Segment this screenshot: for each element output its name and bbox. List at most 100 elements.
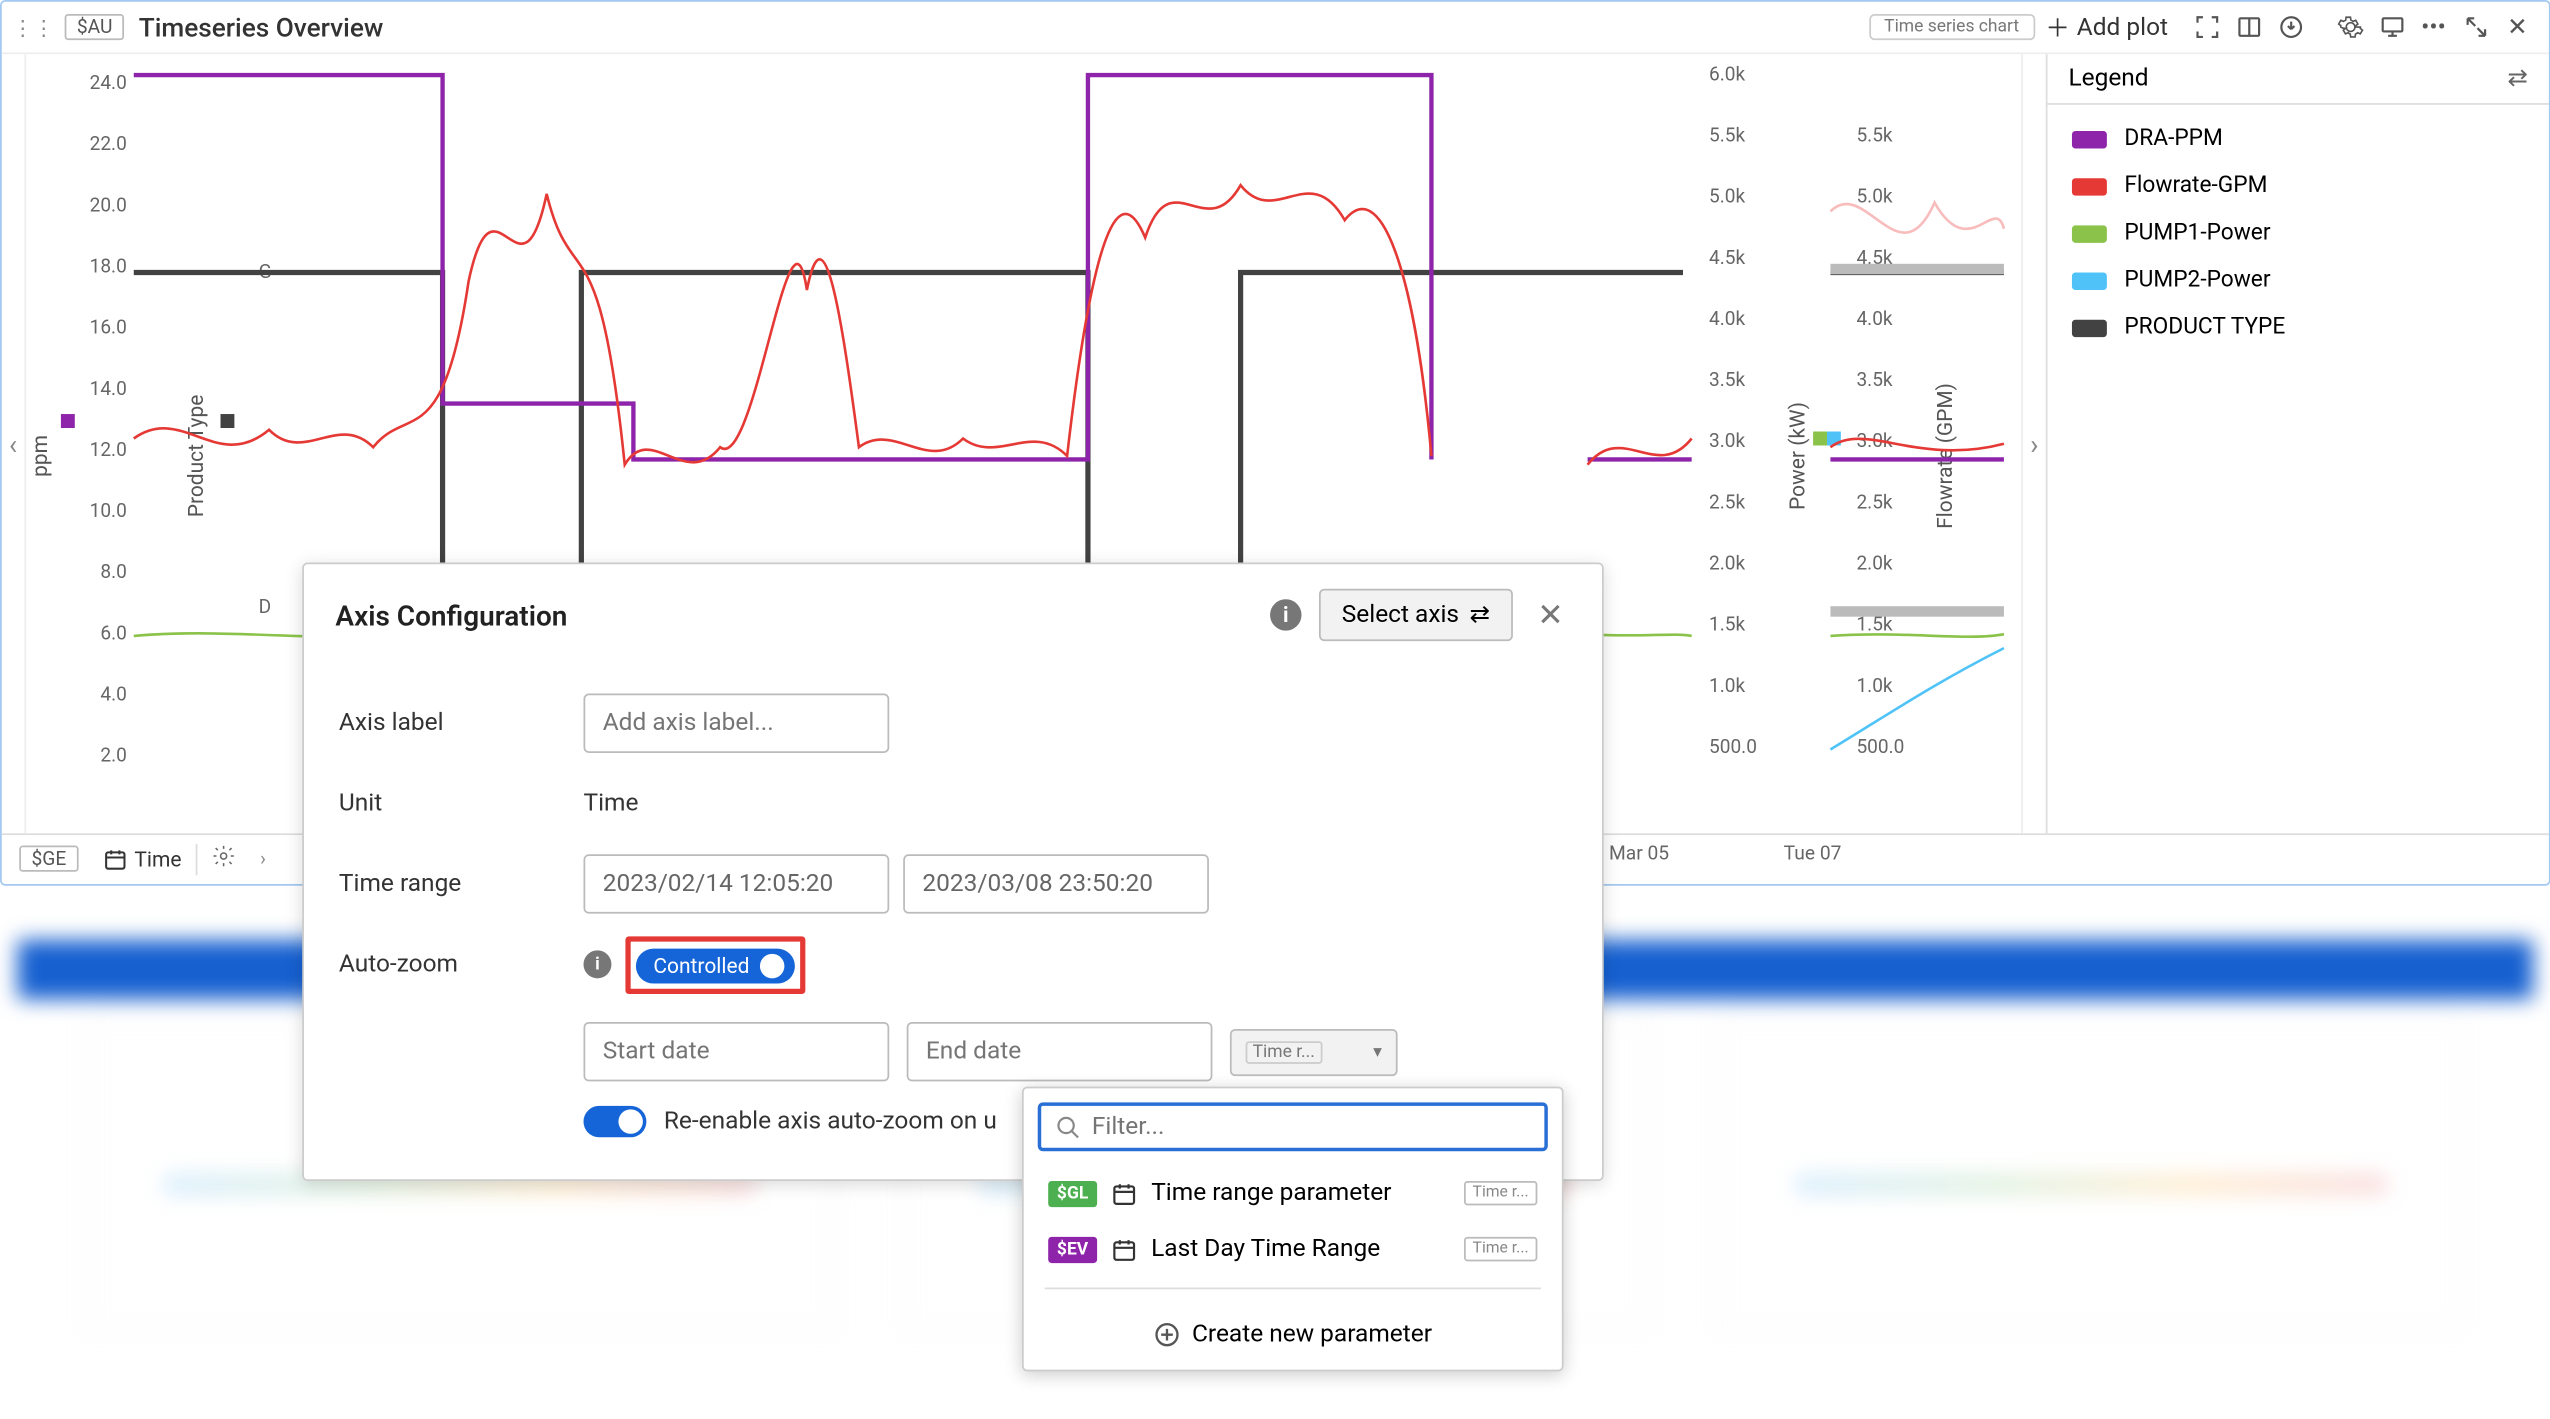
- y-axis-power: 6.0k 5.5k 5.0k 4.5k 4.0k 3.5k 3.0k 2.5k …: [1709, 62, 1827, 758]
- tab-gear-icon[interactable]: [197, 842, 249, 875]
- svg-text:20.0: 20.0: [90, 193, 127, 216]
- svg-text:6.0k: 6.0k: [1709, 62, 1745, 85]
- auto-zoom-controlled-toggle[interactable]: Controlled: [636, 948, 795, 983]
- y-axis-product-type: Product Type G D: [185, 260, 271, 619]
- param-label: Last Day Time Range: [1151, 1235, 1380, 1263]
- more-icon[interactable]: •••: [2420, 13, 2448, 41]
- legend-item-label: PRODUCT TYPE: [2124, 314, 2285, 340]
- svg-text:2.0k: 2.0k: [1709, 551, 1745, 574]
- svg-text:1.0k: 1.0k: [1709, 674, 1745, 697]
- param-type-chip: Time r...: [1464, 1181, 1538, 1205]
- close-icon[interactable]: ✕: [2503, 13, 2531, 41]
- plus-circle-icon: [1154, 1321, 1182, 1349]
- filter-input-wrap[interactable]: [1038, 1102, 1548, 1151]
- svg-text:16.0: 16.0: [90, 316, 127, 339]
- add-plot-button[interactable]: ＋ Add plot: [2045, 10, 2168, 45]
- tab-chevron-icon[interactable]: ›: [260, 847, 266, 870]
- series-flowrate-bg: [1830, 203, 2003, 233]
- legend-swatch-icon: [2072, 319, 2107, 336]
- legend-swatch-icon: [2072, 177, 2107, 194]
- param-tag: $GL: [1048, 1180, 1097, 1206]
- highlight-box: Controlled: [625, 936, 805, 994]
- svg-text:5.5k: 5.5k: [1856, 123, 1892, 146]
- legend-swatch-icon: [2072, 224, 2107, 241]
- svg-text:4.0k: 4.0k: [1709, 307, 1745, 330]
- collapse-left-icon[interactable]: ‹: [2, 54, 26, 833]
- time-range-end-input[interactable]: [903, 854, 1209, 913]
- svg-text:5.5k: 5.5k: [1709, 123, 1745, 146]
- select-axis-button[interactable]: Select axis ⇄: [1319, 589, 1513, 641]
- gear-icon[interactable]: [2336, 13, 2364, 41]
- legend-item[interactable]: PUMP1-Power: [2047, 210, 2548, 257]
- legend-item-label: PUMP1-Power: [2124, 220, 2270, 246]
- reenable-toggle[interactable]: [583, 1106, 646, 1137]
- svg-text:500.0: 500.0: [1856, 735, 1904, 758]
- legend-item[interactable]: PUMP2-Power: [2047, 257, 2548, 304]
- svg-text:4.5k: 4.5k: [1709, 246, 1745, 269]
- label-time-range: Time range: [339, 870, 584, 898]
- svg-text:Flowrate (GPM): Flowrate (GPM): [1934, 383, 1958, 529]
- reenable-label: Re-enable axis auto-zoom on u: [664, 1108, 997, 1136]
- svg-text:2.0: 2.0: [100, 744, 126, 767]
- svg-text:3.0k: 3.0k: [1709, 429, 1745, 452]
- svg-text:24.0: 24.0: [90, 71, 127, 94]
- modal-close-icon[interactable]: ✕: [1530, 597, 1570, 634]
- series-pump2: [1830, 648, 2003, 749]
- download-icon[interactable]: [2276, 13, 2304, 41]
- legend-swatch-icon: [2072, 272, 2107, 289]
- create-parameter-button[interactable]: Create new parameter: [1024, 1300, 1562, 1370]
- legend-swatch-icon: [2072, 130, 2107, 147]
- present-icon[interactable]: [2378, 13, 2406, 41]
- focus-icon[interactable]: [2192, 13, 2220, 41]
- svg-text:2.5k: 2.5k: [1709, 490, 1745, 513]
- svg-text:3.5k: 3.5k: [1856, 368, 1892, 391]
- calendar-icon: [1111, 1236, 1137, 1262]
- legend-item-label: PUMP2-Power: [2124, 267, 2270, 293]
- label-auto-zoom: Auto-zoom: [339, 950, 584, 978]
- label-unit: Unit: [339, 790, 584, 818]
- ge-variable-badge[interactable]: $GE: [19, 846, 78, 872]
- param-type-chip: Time r...: [1464, 1237, 1538, 1261]
- controlled-end-input[interactable]: [907, 1022, 1213, 1081]
- legend-item-label: Flowrate-GPM: [2124, 173, 2267, 199]
- svg-text:3.5k: 3.5k: [1709, 368, 1745, 391]
- legend-menu-icon[interactable]: ⇄: [2507, 65, 2528, 93]
- svg-text:1.5k: 1.5k: [1709, 613, 1745, 636]
- chart-type-chip[interactable]: Time series chart: [1868, 14, 2034, 40]
- collapse-right-icon[interactable]: ›: [2021, 54, 2045, 833]
- tab-time[interactable]: Time: [89, 843, 197, 874]
- swap-icon: ⇄: [1470, 601, 1491, 629]
- controlled-start-input[interactable]: [583, 1022, 889, 1081]
- parameter-option[interactable]: $GL Time range parameter Time r...: [1024, 1165, 1562, 1221]
- au-variable-badge[interactable]: $AU: [65, 14, 125, 40]
- legend-item[interactable]: PRODUCT TYPE: [2047, 304, 2548, 351]
- svg-text:6.0: 6.0: [100, 621, 126, 644]
- split-panel-icon[interactable]: [2234, 13, 2262, 41]
- legend-item[interactable]: DRA-PPM: [2047, 115, 2548, 162]
- svg-text:8.0: 8.0: [100, 560, 126, 583]
- time-range-param-dropdown[interactable]: Time r... ▾: [1230, 1028, 1398, 1075]
- filter-input[interactable]: [1092, 1113, 1530, 1141]
- info-icon[interactable]: i: [1270, 599, 1301, 630]
- axis-label-input[interactable]: [583, 694, 889, 753]
- param-tag: $EV: [1048, 1236, 1097, 1262]
- legend-title: Legend: [2068, 65, 2148, 93]
- svg-text:1.0k: 1.0k: [1856, 674, 1892, 697]
- legend-panel: Legend ⇄ DRA-PPM Flowrate-GPM PUMP1-Power P…: [2046, 54, 2549, 833]
- svg-text:5.0k: 5.0k: [1709, 185, 1745, 208]
- legend-item[interactable]: Flowrate-GPM: [2047, 162, 2548, 209]
- info-icon[interactable]: i: [583, 950, 611, 978]
- label-axis-label: Axis label: [339, 709, 584, 737]
- svg-text:2.5k: 2.5k: [1856, 490, 1892, 513]
- scrollbar-segment: [1830, 264, 2003, 274]
- panel-title: Timeseries Overview: [139, 11, 384, 42]
- parameter-option[interactable]: $EV Last Day Time Range Time r...: [1024, 1221, 1562, 1277]
- expand-icon[interactable]: [2462, 13, 2490, 41]
- param-label: Time range parameter: [1151, 1179, 1391, 1207]
- drag-handle-icon[interactable]: ⋮⋮: [12, 15, 54, 39]
- modal-title: Axis Configuration: [335, 598, 567, 631]
- svg-text:12.0: 12.0: [90, 438, 127, 461]
- time-range-start-input[interactable]: [583, 854, 889, 913]
- svg-text:500.0: 500.0: [1709, 735, 1757, 758]
- chevron-down-icon: ▾: [1373, 1042, 1382, 1061]
